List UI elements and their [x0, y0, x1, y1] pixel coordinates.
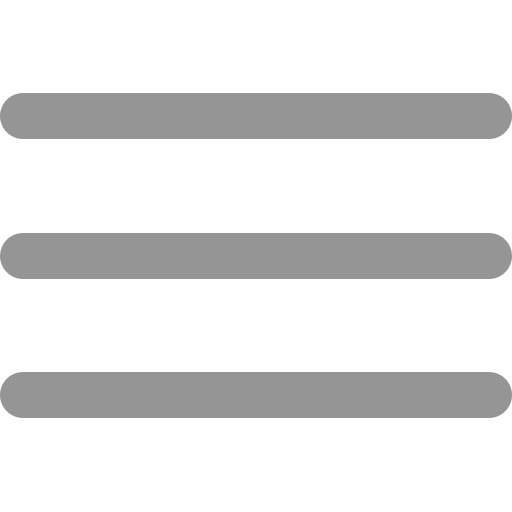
- icon-canvas: [0, 0, 512, 512]
- menu-bar-bottom: [0, 372, 512, 418]
- hamburger-menu-icon[interactable]: [0, 0, 512, 512]
- menu-bar-middle: [0, 233, 512, 279]
- menu-bar-top: [0, 93, 512, 139]
